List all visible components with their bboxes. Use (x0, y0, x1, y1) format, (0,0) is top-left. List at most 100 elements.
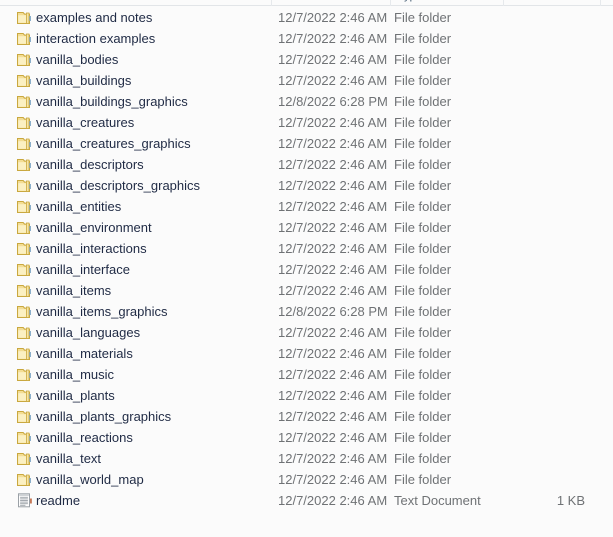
folder-icon (17, 367, 34, 382)
file-size (470, 133, 585, 154)
file-size (470, 406, 585, 427)
file-size (470, 469, 585, 490)
column-header-name[interactable]: Name (0, 0, 271, 6)
file-list-row[interactable]: vanilla_creatures 12/7/2022 2:46 AM File f… (0, 112, 613, 133)
file-list-row[interactable]: vanilla_text 12/7/2022 2:46 AM File folder (0, 448, 613, 469)
file-date-modified: 12/7/2022 2:46 AM (278, 178, 388, 193)
file-name: vanilla_descriptors_graphics (36, 178, 201, 193)
file-date-modified: 12/7/2022 2:46 AM (278, 241, 388, 256)
folder-icon (17, 472, 34, 487)
file-list-row[interactable]: vanilla_creatures_graphics 12/7/2022 2:46… (0, 133, 613, 154)
file-list-row[interactable]: vanilla_reactions 12/7/2022 2:46 AM File f… (0, 427, 613, 448)
file-size (470, 91, 585, 112)
file-size (470, 217, 585, 238)
file-name: vanilla_items_graphics (36, 304, 168, 319)
file-name: vanilla_reactions (36, 430, 133, 445)
file-list-row[interactable]: vanilla_items_graphics 12/8/2022 6:28 PM F… (0, 301, 613, 322)
file-size (470, 196, 585, 217)
file-list-row[interactable]: examples and notes 12/7/2022 2:46 AM File … (0, 7, 613, 28)
folder-icon (17, 451, 34, 466)
file-size (470, 112, 585, 133)
file-date-modified: 12/7/2022 2:46 AM (278, 451, 388, 466)
file-size (470, 259, 585, 280)
text-document-icon (17, 493, 34, 508)
folder-icon (17, 220, 34, 235)
file-date-modified: 12/7/2022 2:46 AM (278, 367, 388, 382)
file-name: vanilla_languages (36, 325, 141, 340)
file-date-modified: 12/7/2022 2:46 AM (278, 262, 388, 277)
file-name: vanilla_plants (36, 388, 115, 403)
file-name: vanilla_entities (36, 199, 122, 214)
file-name: vanilla_creatures_graphics (36, 136, 191, 151)
file-name: vanilla_creatures (36, 115, 135, 130)
file-size (470, 427, 585, 448)
file-name: vanilla_buildings (36, 73, 132, 88)
file-date-modified: 12/7/2022 2:46 AM (278, 493, 388, 508)
folder-icon (17, 199, 34, 214)
folder-icon (17, 157, 34, 172)
file-size: 1 KB (556, 493, 585, 508)
file-list-row[interactable]: vanilla_world_map 12/7/2022 2:46 AM File f… (0, 469, 613, 490)
column-header-row: Name Date modified Type Size (0, 0, 613, 6)
file-list-row[interactable]: vanilla_descriptors 12/7/2022 2:46 AM File… (0, 154, 613, 175)
file-name: interaction examples (36, 31, 156, 46)
column-header-type[interactable]: Type (390, 0, 503, 6)
file-list-row[interactable]: vanilla_entities 12/7/2022 2:46 AM File fo… (0, 196, 613, 217)
folder-icon (17, 304, 34, 319)
folder-icon (17, 52, 34, 67)
file-list-row[interactable]: vanilla_interface 12/7/2022 2:46 AM File f… (0, 259, 613, 280)
file-date-modified: 12/7/2022 2:46 AM (278, 136, 388, 151)
file-size (470, 301, 585, 322)
file-date-modified: 12/8/2022 6:28 PM (278, 304, 388, 319)
file-list[interactable]: examples and notes 12/7/2022 2:46 AM File … (0, 7, 613, 511)
file-date-modified: 12/7/2022 2:46 AM (278, 73, 388, 88)
column-header-size[interactable]: Size (503, 0, 600, 6)
file-list-row[interactable]: interaction examples 12/7/2022 2:46 AM Fil… (0, 28, 613, 49)
file-list-row[interactable]: vanilla_plants_graphics 12/7/2022 2:46 AM… (0, 406, 613, 427)
file-date-modified: 12/7/2022 2:46 AM (278, 409, 388, 424)
file-size (470, 343, 585, 364)
file-list-row[interactable]: readme 12/7/2022 2:46 AM Text Document 1 KB (0, 490, 613, 511)
file-list-row[interactable]: vanilla_plants 12/7/2022 2:46 AM File fold… (0, 385, 613, 406)
file-name: vanilla_interface (36, 262, 130, 277)
folder-icon (17, 31, 34, 46)
folder-icon (17, 388, 34, 403)
folder-icon (17, 409, 34, 424)
file-size (470, 154, 585, 175)
file-name: vanilla_buildings_graphics (36, 94, 188, 109)
file-name: vanilla_interactions (36, 241, 147, 256)
column-header-date-modified[interactable]: Date modified (271, 0, 390, 6)
file-list-row[interactable]: vanilla_environment 12/7/2022 2:46 AM File… (0, 217, 613, 238)
folder-icon (17, 136, 34, 151)
folder-icon (17, 262, 34, 277)
file-size (470, 7, 585, 28)
file-list-row[interactable]: vanilla_buildings_graphics 12/8/2022 6:28… (0, 91, 613, 112)
file-size (470, 364, 585, 385)
file-list-row[interactable]: vanilla_interactions 12/7/2022 2:46 AM Fil… (0, 238, 613, 259)
file-list-row[interactable]: vanilla_buildings 12/7/2022 2:46 AM File f… (0, 70, 613, 91)
file-list-row[interactable]: vanilla_languages 12/7/2022 2:46 AM File f… (0, 322, 613, 343)
folder-icon (17, 241, 34, 256)
file-size (470, 322, 585, 343)
file-list-row[interactable]: vanilla_items 12/7/2022 2:46 AM File folde… (0, 280, 613, 301)
file-name: vanilla_world_map (36, 472, 144, 487)
folder-icon (17, 325, 34, 340)
file-list-row[interactable]: vanilla_bodies 12/7/2022 2:46 AM File fold… (0, 49, 613, 70)
column-header-spacer (600, 0, 613, 6)
file-date-modified: 12/7/2022 2:46 AM (278, 31, 388, 46)
file-name: vanilla_bodies (36, 52, 119, 67)
file-date-modified: 12/7/2022 2:46 AM (278, 388, 388, 403)
file-name: vanilla_descriptors (36, 157, 144, 172)
file-name: readme (36, 493, 81, 508)
file-list-row[interactable]: vanilla_music 12/7/2022 2:46 AM File folde… (0, 364, 613, 385)
file-list-row[interactable]: vanilla_descriptors_graphics 12/7/2022 2:… (0, 175, 613, 196)
file-date-modified: 12/7/2022 2:46 AM (278, 115, 388, 130)
file-size (470, 448, 585, 469)
file-date-modified: 12/8/2022 6:28 PM (278, 94, 388, 109)
file-name: vanilla_text (36, 451, 102, 466)
file-name: vanilla_materials (36, 346, 133, 361)
file-size (470, 238, 585, 259)
file-date-modified: 12/7/2022 2:46 AM (278, 325, 388, 340)
file-list-row[interactable]: vanilla_materials 12/7/2022 2:46 AM File f… (0, 343, 613, 364)
folder-icon (17, 94, 34, 109)
